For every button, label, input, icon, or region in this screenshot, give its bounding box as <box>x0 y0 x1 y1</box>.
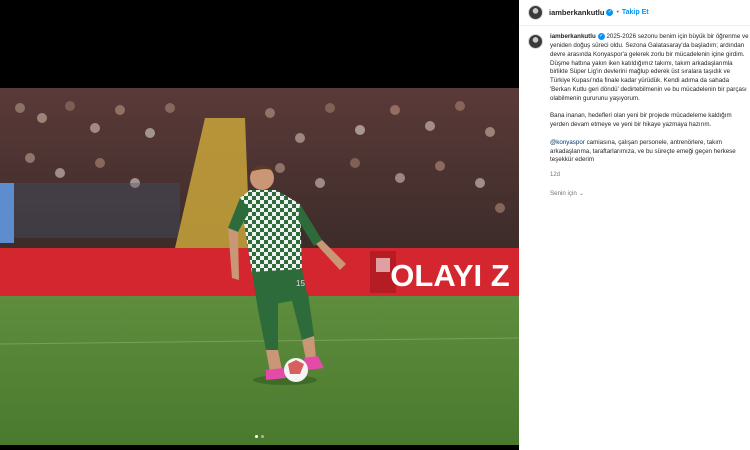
verified-badge-icon: ✓ <box>606 9 614 16</box>
header-username[interactable]: iamberkankutlu <box>549 8 604 17</box>
chevron-down-icon: ⌄ <box>578 190 584 197</box>
caption-avatar[interactable] <box>528 34 543 49</box>
jersey-number: 15 <box>296 279 305 288</box>
caption-paragraph-2: Bana inanan, hedefleri olan yeni bir pro… <box>550 112 732 129</box>
carousel-dot[interactable] <box>261 435 264 438</box>
header-separator: • <box>616 9 619 16</box>
caption-paragraph-3: @konyaspor camiasına, çalışan personele,… <box>550 139 750 165</box>
verified-badge-icon: ✓ <box>597 33 605 40</box>
follow-button[interactable]: Takip Et <box>622 9 649 16</box>
post-timestamp[interactable]: 12d <box>550 171 750 180</box>
caption-text-1: 2025-2026 sezonu benim için büyük bir öğ… <box>550 33 749 102</box>
caption-username[interactable]: iamberkankutlu <box>550 33 596 40</box>
post-caption: iamberkankutlu ✓ 2025-2026 sezonu benim i… <box>528 33 750 198</box>
post-header: iamberkankutlu ✓ • Takip Et <box>519 0 750 26</box>
mention-link[interactable]: @konyaspor <box>550 139 585 146</box>
caption-paragraph-1: iamberkankutlu ✓ 2025-2026 sezonu benim i… <box>550 33 750 104</box>
carousel-dot[interactable] <box>255 435 258 438</box>
post-media-pane: OLAYI Z 15 <box>0 0 519 450</box>
avatar[interactable] <box>528 5 543 20</box>
post-side-pane: iamberkankutlu ✓ • Takip Et iamberkankut… <box>519 0 750 450</box>
post-photo[interactable]: OLAYI Z 15 <box>0 88 519 445</box>
caption-body: iamberkankutlu ✓ 2025-2026 sezonu benim i… <box>550 33 750 198</box>
ad-board-text: OLAYI Z <box>390 258 509 293</box>
translation-label: Senin için <box>550 189 577 197</box>
carousel-indicator <box>0 435 519 438</box>
translation-toggle[interactable]: Senin için ⌄ <box>550 190 750 199</box>
